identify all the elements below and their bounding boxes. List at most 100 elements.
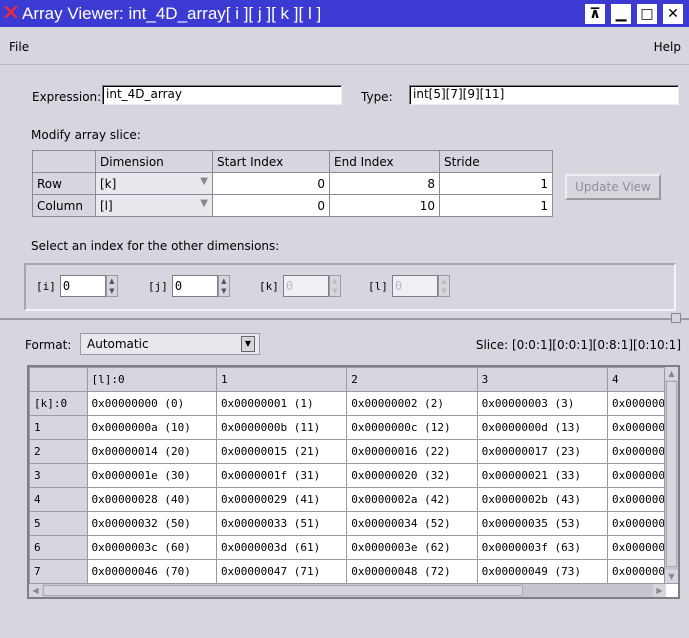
close-button[interactable]: ✕ (663, 3, 683, 24)
table-row: 3 0x0000001e (30) 0x0000001f (31) 0x0000… (29, 463, 678, 488)
chevron-down-icon: ▼ (241, 336, 255, 352)
horizontal-scroll-thumb[interactable] (43, 585, 523, 596)
format-label: Format: (25, 338, 72, 352)
grid-col-header[interactable]: [l]:0 (86, 367, 217, 392)
pane-splitter[interactable] (0, 318, 689, 320)
table-row: 5 0x00000032 (50) 0x00000033 (51) 0x0000… (29, 511, 678, 536)
column-end-index[interactable]: 10 (329, 194, 440, 217)
maximize-button[interactable]: □ (637, 3, 657, 24)
grid-cell[interactable]: 0x00000029 (41) (215, 487, 348, 512)
grid-cell[interactable]: 0x0000003e (62) (346, 535, 478, 560)
grid-cell[interactable]: 0x00000028 (40) (86, 487, 217, 512)
grid-row-header[interactable]: 3 (29, 463, 88, 488)
type-label: Type: (361, 90, 393, 104)
spinner-l-label: [l] (368, 279, 388, 293)
grid-cell[interactable]: 0x0000002b (43) (476, 487, 609, 512)
scroll-left-icon[interactable]: ◀ (29, 584, 42, 597)
menu-help[interactable]: Help (654, 40, 681, 54)
grid-cell[interactable]: 0x00000021 (33) (476, 463, 609, 488)
array-data-grid[interactable]: [l]:0 1 2 3 4 [k]:0 0x00000000 (0) 0x000… (27, 365, 680, 599)
grid-cell[interactable]: 0x0000003d (61) (215, 535, 348, 560)
slice-header-dimension: Dimension (95, 150, 213, 173)
slice-table: Dimension Start Index End Index Stride R… (32, 150, 553, 217)
scroll-right-icon[interactable]: ▶ (653, 584, 666, 597)
chevron-down-icon: ▼ (200, 176, 208, 187)
grid-row-header[interactable]: 7 (29, 559, 88, 584)
column-stride[interactable]: 1 (439, 194, 553, 217)
row-end-index[interactable]: 8 (329, 172, 440, 195)
grid-cell[interactable]: 0x00000049 (73) (476, 559, 609, 584)
row-stride[interactable]: 1 (439, 172, 553, 195)
minimize-button[interactable]: ▁ (611, 3, 631, 24)
update-view-button[interactable]: Update View (565, 174, 661, 200)
grid-cell[interactable]: 0x0000003c (60) (86, 535, 217, 560)
spinner-j-arrows[interactable]: ▲ ▼ (217, 275, 230, 297)
close-x-icon[interactable]: ✕ (0, 0, 22, 27)
spinner-j-field[interactable]: 0 (171, 275, 218, 297)
format-value: Automatic (87, 337, 149, 351)
grid-cell[interactable]: 0x0000000c (12) (346, 415, 478, 440)
expression-field[interactable]: int_4D_array (102, 85, 342, 105)
grid-row-header[interactable]: 2 (29, 439, 88, 464)
grid-cell[interactable]: 0x0000002a (42) (346, 487, 478, 512)
grid-cell[interactable]: 0x00000046 (70) (86, 559, 217, 584)
grid-col-header[interactable]: 1 (215, 367, 348, 392)
slice-section-label: Modify array slice: (31, 128, 141, 142)
grid-cell[interactable]: 0x00000016 (22) (346, 439, 478, 464)
grid-row-header[interactable]: [k]:0 (29, 391, 88, 416)
grid-cell[interactable]: 0x00000017 (23) (476, 439, 609, 464)
grid-cell[interactable]: 0x0000001e (30) (86, 463, 217, 488)
grid-cell[interactable]: 0x00000015 (21) (215, 439, 348, 464)
column-start-index[interactable]: 0 (212, 194, 330, 217)
scroll-up-icon[interactable]: ▲ (665, 367, 678, 380)
spinner-i-field[interactable]: 0 (59, 275, 106, 297)
table-row: [k]:0 0x00000000 (0) 0x00000001 (1) 0x00… (29, 391, 678, 416)
menu-file[interactable]: File (9, 40, 29, 54)
grid-col-header[interactable]: 2 (346, 367, 478, 392)
grid-row-header[interactable]: 6 (29, 535, 88, 560)
scroll-down-icon[interactable]: ▼ (665, 570, 678, 583)
grid-cell[interactable]: 0x00000035 (53) (476, 511, 609, 536)
grid-row-header[interactable]: 4 (29, 487, 88, 512)
column-dimension-dropdown[interactable]: [l] ▼ (95, 194, 213, 217)
chevron-down-icon: ▼ (200, 198, 208, 209)
grid-cell[interactable]: 0x0000000a (10) (86, 415, 217, 440)
grid-cell[interactable]: 0x0000000b (11) (215, 415, 348, 440)
vertical-scrollbar[interactable]: ▲ ▼ (664, 367, 678, 583)
grid-corner (29, 367, 88, 392)
horizontal-scrollbar[interactable]: ◀ ▶ (29, 583, 666, 597)
grid-cell[interactable]: 0x00000003 (3) (476, 391, 609, 416)
spinner-i-arrows[interactable]: ▲ ▼ (105, 275, 118, 297)
slice-header-corner (32, 150, 96, 173)
pin-button[interactable]: ⊼ (585, 3, 605, 24)
splitter-handle[interactable] (671, 313, 681, 323)
grid-cell[interactable]: 0x00000014 (20) (86, 439, 217, 464)
table-row: 1 0x0000000a (10) 0x0000000b (11) 0x0000… (29, 415, 678, 440)
slice-header-end: End Index (329, 150, 440, 173)
grid-cell[interactable]: 0x00000000 (0) (86, 391, 217, 416)
grid-cell[interactable]: 0x00000032 (50) (86, 511, 217, 536)
grid-cell[interactable]: 0x00000002 (2) (346, 391, 478, 416)
slice-row-column: Column [l] ▼ 0 10 1 (32, 194, 553, 217)
row-start-index[interactable]: 0 (212, 172, 330, 195)
vertical-scroll-thumb[interactable] (666, 381, 677, 567)
spinner-j-label: [j] (148, 279, 168, 293)
row-dimension-dropdown[interactable]: [k] ▼ (95, 172, 213, 195)
format-dropdown[interactable]: Automatic ▼ (80, 333, 260, 355)
grid-cell[interactable]: 0x00000020 (32) (346, 463, 478, 488)
grid-row-header[interactable]: 5 (29, 511, 88, 536)
type-field[interactable]: int[5][7][9][11] (409, 85, 679, 105)
grid-cell[interactable]: 0x00000001 (1) (215, 391, 348, 416)
grid-cell[interactable]: 0x0000001f (31) (215, 463, 348, 488)
grid-cell[interactable]: 0x00000034 (52) (346, 511, 478, 536)
grid-cell[interactable]: 0x0000000d (13) (476, 415, 609, 440)
grid-cell[interactable]: 0x0000003f (63) (476, 535, 609, 560)
grid-cell[interactable]: 0x00000047 (71) (215, 559, 348, 584)
window-titlebar[interactable]: ✕ Array Viewer: int_4D_array[ i ][ j ][ … (0, 0, 689, 27)
grid-row-header[interactable]: 1 (29, 415, 88, 440)
spinner-i-label: [i] (36, 279, 56, 293)
grid-cell[interactable]: 0x00000048 (72) (346, 559, 478, 584)
grid-col-header[interactable]: 3 (476, 367, 609, 392)
window-title: Array Viewer: int_4D_array[ i ][ j ][ k … (22, 3, 322, 23)
grid-cell[interactable]: 0x00000033 (51) (215, 511, 348, 536)
